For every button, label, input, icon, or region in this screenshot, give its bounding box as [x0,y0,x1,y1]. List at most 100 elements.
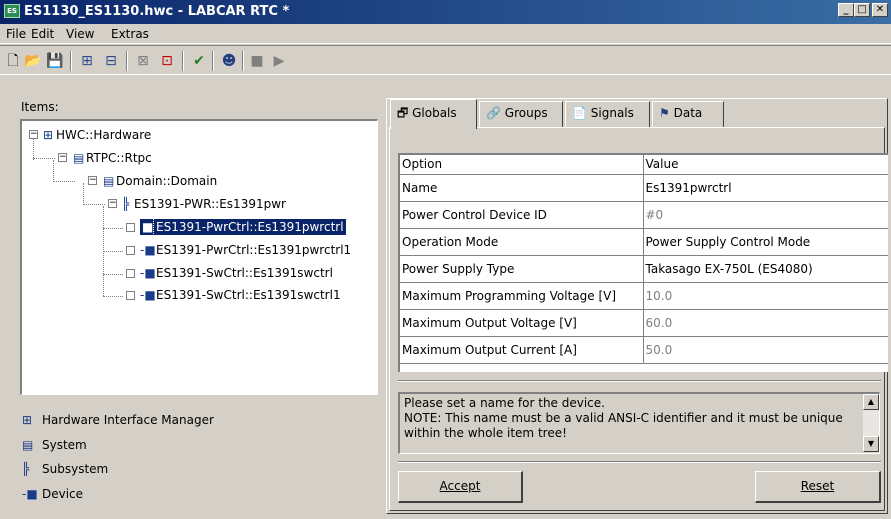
table-row[interactable]: Maximum Output Voltage [V] 60.0 [400,309,888,337]
scroll-up-icon[interactable]: ▲ [863,394,879,410]
tree-item-hwc[interactable]: HWC::Hardware [56,127,151,143]
option-cell: Maximum Programming Voltage [V] [400,282,644,310]
add-item-icon[interactable]: ⊞ [78,52,96,70]
checkbox-pwrctrl1[interactable] [126,246,135,255]
items-label: Items: [21,100,59,114]
accept-button[interactable]: Accept [398,471,523,503]
open-icon[interactable]: 📂 [24,52,42,70]
signals-icon: 📄 [572,106,587,120]
tree-item-swctrl1[interactable]: ES1391-SwCtrl::Es1391swctrl1 [156,287,341,303]
hardware-icon: ⊞ [43,128,54,142]
column-header-value: Value [643,155,888,175]
expand-toggle-rtpc[interactable]: − [58,153,67,162]
device-icon: -■ [140,266,156,280]
description-line: within the whole item tree! [404,426,567,440]
description-scrollbar[interactable]: ▲ ▼ [863,394,879,452]
tree-item-domain[interactable]: Domain::Domain [116,173,217,189]
legend-system: System [42,438,87,452]
tree-item-pwr[interactable]: ES1391-PWR::Es1391pwr [134,196,286,212]
value-cell: 10.0 [643,282,888,310]
option-cell: Operation Mode [400,228,644,256]
hardware-icon: ⊞ [22,413,33,427]
title-bar[interactable]: ES ES1130_ES1130.hwc - LABCAR RTC * _ □ … [0,0,891,24]
table-row[interactable]: Maximum Output Current [A] 50.0 [400,336,888,364]
option-cell: Maximum Output Voltage [V] [400,309,644,337]
system-icon: ▤ [103,174,115,188]
value-cell: #0 [643,201,888,229]
options-grid[interactable]: Option Value Name Es1391pwrctrl Power Co… [398,153,888,372]
table-row[interactable]: Maximum Programming Voltage [V] 10.0 [400,282,888,310]
paste-item-icon[interactable]: ⊡ [158,52,176,70]
legend-subsystem: Subsystem [42,462,109,476]
new-icon[interactable]: 🗋 [4,52,22,70]
checkbox-pwrctrl[interactable] [126,223,135,232]
menu-edit[interactable]: Edit [31,27,54,41]
expand-toggle-pwr[interactable]: − [108,199,117,208]
subsystem-icon: ╠ [22,462,30,476]
checkbox-swctrl[interactable] [126,269,135,278]
tab-signals[interactable]: 📄 Signals [565,101,650,127]
device-icon: -■ [22,487,38,501]
option-cell: Maximum Output Current [A] [400,336,644,364]
expand-toggle-domain[interactable]: − [88,176,97,185]
maximize-button[interactable]: □ [854,3,870,17]
value-cell[interactable]: Takasago EX-750L (ES4080) [643,255,888,283]
table-row[interactable]: Name Es1391pwrctrl [400,174,888,202]
device-icon: -■ [140,288,156,302]
legend-device: Device [42,487,84,501]
system-icon: ▤ [73,151,85,165]
legend-hardware: Hardware Interface Manager [42,413,214,427]
table-row[interactable]: Power Supply Type Takasago EX-750L (ES40… [400,255,888,283]
data-icon: ⚑ [659,106,670,120]
window-title: ES1130_ES1130.hwc - LABCAR RTC * [24,4,290,19]
scroll-down-icon[interactable]: ▼ [863,436,879,452]
item-tree[interactable]: − ⊞ HWC::Hardware − ▤ RTPC::Rtpc − ▤ Dom… [20,119,378,395]
value-cell[interactable]: Es1391pwrctrl [643,174,888,202]
divider [398,380,881,382]
tree-item-swctrl[interactable]: ES1391-SwCtrl::Es1391swctrl [156,265,333,281]
toolbar: 🗋 📂 💾 ⊞ ⊟ ⊠ ⊡ ✔ ☻ ■ ▶ [0,45,891,75]
description-box: Please set a name for the device. NOTE: … [398,392,880,454]
menu-view[interactable]: View [66,27,94,41]
system-icon: ▤ [22,438,34,452]
divider [398,461,881,463]
close-button[interactable]: ✕ [872,3,888,17]
check-icon[interactable]: ✔ [190,52,208,70]
table-row[interactable]: Operation Mode Power Supply Control Mode [400,228,888,256]
option-cell: Name [400,174,644,202]
value-cell: 50.0 [643,336,888,364]
minimize-button[interactable]: _ [838,3,854,17]
option-cell: Power Control Device ID [400,201,644,229]
tree-item-rtpc[interactable]: RTPC::Rtpc [86,150,152,166]
checkbox-swctrl1[interactable] [126,291,135,300]
description-line: Please set a name for the device. [404,396,605,410]
value-cell: 60.0 [643,309,888,337]
legend: ⊞ Hardware Interface Manager ▤ System ╠ … [22,410,372,510]
column-header-option: Option [400,155,644,175]
groups-icon: 🔗 [486,106,501,120]
stop-icon[interactable]: ■ [248,52,266,70]
run-icon[interactable]: ▶ [270,52,288,70]
tab-globals[interactable]: 🗗 Globals [390,99,477,129]
tree-item-pwrctrl1[interactable]: ES1391-PwrCtrl::Es1391pwrctrl1 [156,242,351,258]
menu-file[interactable]: File [6,27,26,41]
subsystem-icon: ╠ [122,197,130,211]
tab-data[interactable]: ⚑ Data [652,101,724,127]
menu-bar: File Edit View Extras [0,24,891,44]
tab-groups[interactable]: 🔗 Groups [479,101,563,127]
option-cell: Power Supply Type [400,255,644,283]
expand-toggle-hwc[interactable]: − [29,130,38,139]
add-item-2-icon[interactable]: ⊟ [102,52,120,70]
description-line: NOTE: This name must be a valid ANSI-C i… [404,411,843,425]
table-row[interactable]: Power Control Device ID #0 [400,201,888,229]
device-icon: -■ [140,243,156,257]
value-cell[interactable]: Power Supply Control Mode [643,228,888,256]
tree-item-pwrctrl[interactable]: ES1391-PwrCtrl::Es1391pwrctrl [153,218,347,236]
app-icon: ES [4,4,20,18]
cut-item-icon[interactable]: ⊠ [134,52,152,70]
globals-icon: 🗗 [397,106,409,120]
save-icon[interactable]: 💾 [46,52,64,70]
user-icon[interactable]: ☻ [220,52,238,70]
reset-button[interactable]: Reset [755,471,881,503]
menu-extras[interactable]: Extras [111,27,149,41]
